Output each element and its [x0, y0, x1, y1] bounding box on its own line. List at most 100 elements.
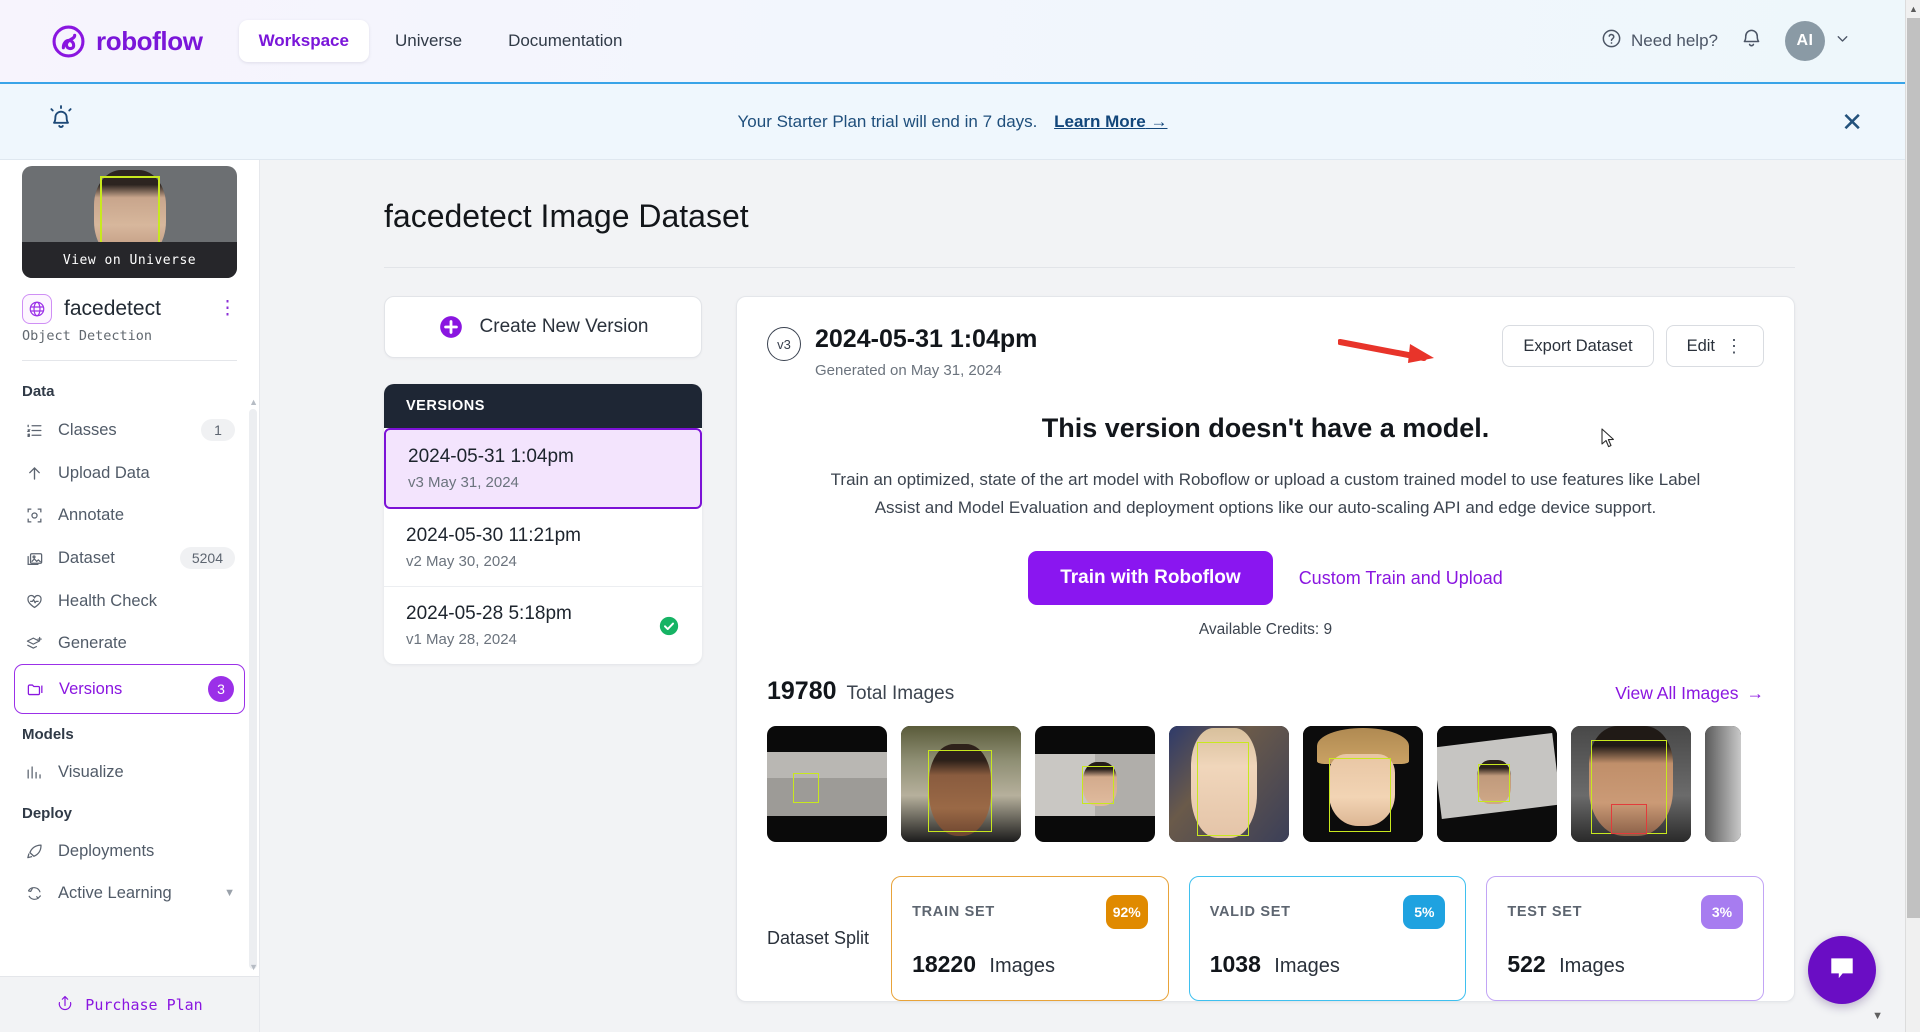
upload-circle-icon: [56, 994, 74, 1016]
version-list-item-v2[interactable]: 2024-05-30 11:21pm v2 May 30, 2024: [384, 509, 702, 587]
sidebar-scroll-down-arrow[interactable]: ▼: [249, 962, 258, 972]
custom-train-and-upload-link[interactable]: Custom Train and Upload: [1299, 568, 1503, 589]
sidebar-item-label: Upload Data: [58, 463, 150, 482]
bar-chart-icon: [24, 762, 44, 782]
dataset-split-label: Dataset Split: [767, 928, 870, 949]
chat-support-button[interactable]: [1808, 936, 1876, 1004]
split-card-count: 522: [1507, 951, 1546, 978]
main-scroll-down-arrow[interactable]: ▼: [1872, 1010, 1883, 1022]
available-credits-label: Available Credits:: [1198, 621, 1320, 639]
need-help-button[interactable]: Need help?: [1601, 28, 1718, 54]
available-credits: Available Credits: 9: [817, 621, 1714, 639]
version-detail-header: v3 2024-05-31 1:04pm Generated on May 31…: [737, 297, 1794, 379]
sidebar-item-classes[interactable]: Classes 1: [14, 408, 245, 452]
create-new-version-button[interactable]: Create New Version: [384, 296, 702, 358]
purchase-plan-button[interactable]: Purchase Plan: [0, 976, 259, 1032]
image-thumbnail[interactable]: [1571, 726, 1691, 843]
dataset-split-card-valid[interactable]: VALID SET 5% 1038 Images: [1188, 876, 1467, 1002]
image-thumbnail[interactable]: [1169, 726, 1289, 843]
image-thumbnail[interactable]: [901, 726, 1021, 843]
view-all-images-link[interactable]: View All Images →: [1615, 683, 1764, 704]
export-dataset-button[interactable]: Export Dataset: [1502, 325, 1654, 367]
split-card-unit: Images: [1274, 955, 1340, 978]
sidebar-item-active-learning[interactable]: Active Learning ▼: [14, 872, 245, 914]
split-card-percent: 3%: [1700, 895, 1743, 930]
user-menu[interactable]: AI: [1785, 21, 1851, 61]
sidebar-scroll-up-arrow[interactable]: ▲: [249, 397, 258, 407]
sidebar-item-label: Deployments: [58, 841, 155, 860]
train-with-roboflow-button[interactable]: Train with Roboflow: [1028, 551, 1273, 606]
project-header: facedetect ⋮: [0, 278, 259, 324]
sidebar-item-deployments[interactable]: Deployments: [14, 830, 245, 872]
split-card-name: VALID SET: [1209, 904, 1291, 921]
sidebar-scrollbar[interactable]: [249, 409, 257, 969]
browser-scrollbar[interactable]: ▲: [1905, 0, 1920, 1032]
export-dataset-label: Export Dataset: [1523, 336, 1633, 355]
split-card-header: TRAIN SET 92%: [912, 895, 1148, 930]
dataset-preview-thumbnail[interactable]: View on Universe: [22, 166, 237, 278]
sidebar-item-count: 1: [201, 419, 235, 441]
sidebar-item-versions[interactable]: Versions 3: [14, 664, 245, 714]
split-card-percent: 92%: [1105, 895, 1148, 930]
brand-logo[interactable]: roboflow: [52, 25, 203, 58]
sidebar-item-upload-data[interactable]: Upload Data: [14, 452, 245, 494]
sidebar-item-label: Generate: [58, 633, 127, 652]
close-icon[interactable]: ✕: [1841, 109, 1863, 135]
purchase-plan-label: Purchase Plan: [85, 995, 203, 1014]
top-navigation-bar: roboflow Workspace Universe Documentatio…: [0, 0, 1905, 82]
version-detail-card: v3 2024-05-31 1:04pm Generated on May 31…: [736, 296, 1795, 1003]
sidebar-item-visualize[interactable]: Visualize: [14, 751, 245, 793]
main-content: facedetect Image Dataset Create New Vers…: [260, 160, 1905, 1032]
banner-learn-more-link[interactable]: Learn More →: [1054, 112, 1167, 131]
sidebar-item-health-check[interactable]: Health Check: [14, 580, 245, 622]
annotate-box-icon: [24, 505, 44, 525]
total-images-section: 19780 Total Images View All Images →: [737, 639, 1794, 843]
split-card-header: VALID SET 5%: [1209, 895, 1446, 930]
total-images-label: Total Images: [846, 683, 955, 705]
sidebar-item-dataset[interactable]: Dataset 5204: [14, 536, 245, 580]
view-on-universe-label[interactable]: View on Universe: [22, 242, 237, 278]
total-images-count: 19780: [767, 677, 837, 706]
sidebar-nav-scroll-area: Data Classes 1 Upload Data Annotate Data…: [0, 361, 259, 976]
scroll-up-arrow-icon[interactable]: ▲: [1909, 4, 1918, 14]
version-list-item-v3[interactable]: 2024-05-31 1:04pm v3 May 31, 2024: [384, 428, 702, 509]
split-card-count: 1038: [1209, 951, 1261, 978]
no-model-description: Train an optimized, state of the art mod…: [830, 470, 1701, 517]
split-card-name: TEST SET: [1507, 904, 1583, 921]
version-item-title: 2024-05-31 1:04pm: [408, 446, 574, 467]
edit-button[interactable]: Edit ⋮: [1665, 325, 1764, 367]
dataset-split-section: Dataset Split TRAIN SET 92% 18220 Images: [737, 842, 1794, 1002]
thumbnail-bounding-box: [99, 176, 160, 252]
nav-link-workspace[interactable]: Workspace: [238, 20, 369, 62]
heart-pulse-icon: [24, 591, 44, 611]
split-card-value: 522 Images: [1507, 951, 1743, 978]
image-thumbnail[interactable]: [1303, 726, 1423, 843]
question-circle-icon: [1601, 28, 1622, 54]
split-card-unit: Images: [1559, 955, 1625, 978]
kebab-menu-icon[interactable]: ⋮: [1725, 337, 1743, 355]
browser-scrollbar-thumb[interactable]: [1907, 18, 1920, 918]
kebab-menu-icon[interactable]: ⋮: [218, 299, 237, 319]
split-card-count: 18220: [912, 951, 977, 978]
banner-message: Your Starter Plan trial will end in 7 da…: [737, 111, 1038, 131]
create-new-version-label: Create New Version: [479, 316, 649, 337]
sidebar-item-generate[interactable]: Generate: [14, 622, 245, 664]
nav-link-universe[interactable]: Universe: [375, 20, 482, 62]
sidebar-item-label: Visualize: [58, 762, 124, 781]
versions-column: Create New Version VERSIONS 2024-05-31 1…: [384, 296, 702, 1002]
rocket-icon: [24, 841, 44, 861]
version-list-item-v1[interactable]: 2024-05-28 5:18pm v1 May 28, 2024: [384, 587, 702, 664]
dataset-split-card-train[interactable]: TRAIN SET 92% 18220 Images: [891, 876, 1169, 1002]
image-thumbnail[interactable]: [1437, 726, 1557, 843]
bell-icon[interactable]: [1740, 27, 1763, 55]
chevron-down-icon[interactable]: ▼: [224, 887, 235, 899]
sidebar-item-annotate[interactable]: Annotate: [14, 494, 245, 536]
dataset-split-card-test[interactable]: TEST SET 3% 522 Images: [1486, 876, 1764, 1002]
image-thumbnail[interactable]: [767, 726, 887, 843]
total-images-header: 19780 Total Images View All Images →: [767, 677, 1764, 706]
versions-list-header: VERSIONS: [384, 384, 702, 428]
image-thumbnail[interactable]: [1035, 726, 1155, 843]
nav-link-documentation[interactable]: Documentation: [488, 20, 642, 62]
image-thumbnail[interactable]: [1705, 726, 1741, 843]
split-card-header: TEST SET 3%: [1507, 895, 1743, 930]
